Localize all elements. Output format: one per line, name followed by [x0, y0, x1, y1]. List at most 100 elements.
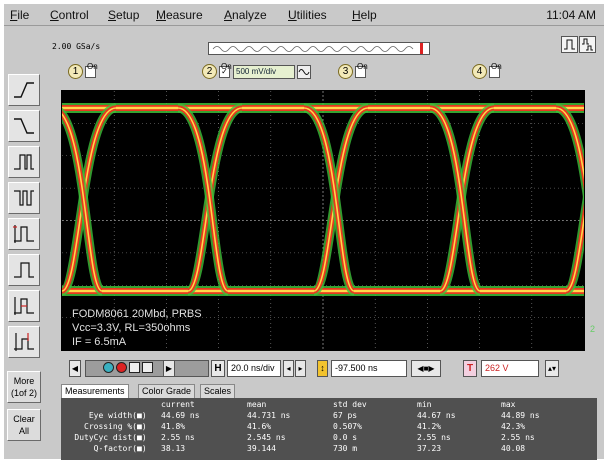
- channel-2-control: 2 On ✓ 500 mV/div: [202, 62, 311, 82]
- table-row[interactable]: Eye width(■) 44.69 ns 44.731 ns 67 ps 44…: [61, 411, 597, 421]
- pulse-negative-icon: [14, 190, 34, 206]
- view-mode-group: [560, 36, 598, 56]
- timebase-down-button[interactable]: ◂: [283, 360, 294, 377]
- tab-measurements[interactable]: Measurements: [61, 384, 129, 398]
- split-view-icon: [582, 38, 593, 51]
- clear-label: Clear: [13, 414, 35, 424]
- single-icon[interactable]: [129, 362, 140, 373]
- rising-edge-icon: [14, 82, 34, 98]
- menu-measure[interactable]: Measure: [156, 8, 203, 22]
- scope-display[interactable]: FODM8061 20Mbd, PRBS Vcc=3.3V, RL=350ohm…: [61, 90, 585, 351]
- row-label: Crossing %(: [84, 422, 137, 431]
- pulse-view-icon: [564, 39, 575, 50]
- rise-time-icon: [13, 225, 34, 243]
- channel-1-checkbox[interactable]: On: [85, 62, 98, 78]
- pulse-negative-button[interactable]: [8, 182, 40, 214]
- menu-file[interactable]: File: [10, 8, 29, 22]
- menu-control[interactable]: Control: [50, 8, 89, 22]
- waveform-annotation: FODM8061 20Mbd, PRBS Vcc=3.3V, RL=350ohm…: [72, 307, 202, 349]
- rail-core: [62, 289, 584, 293]
- duty-cycle-icon: [14, 333, 34, 351]
- width-button[interactable]: [8, 290, 40, 322]
- channel-3-number[interactable]: 3: [338, 64, 353, 79]
- row-label: Q-factor(: [93, 444, 137, 453]
- pulse-positive-button[interactable]: [8, 146, 40, 178]
- measurements-panel: Measurements Color Grade Scales current …: [61, 384, 597, 460]
- clear-sub-label: All: [18, 426, 29, 436]
- horizontal-button[interactable]: H: [211, 360, 225, 377]
- falling-edge-button[interactable]: [8, 110, 40, 142]
- channel-2-scale-field[interactable]: 500 mV/div: [233, 64, 295, 79]
- table-row[interactable]: Crossing %(■) 41.8% 41.6% 0.507% 41.2% 4…: [61, 422, 597, 432]
- delay-field[interactable]: -97.500 ns: [331, 360, 407, 377]
- timebase-controls: ◀ ▶ H 20.0 ns/div ◂ ▸ ↕ -97.500 ns ◀■▶ T…: [61, 358, 604, 380]
- duty-cycle-button[interactable]: [8, 326, 40, 358]
- period-button[interactable]: [8, 254, 40, 286]
- row-label: Eye width(: [88, 411, 137, 420]
- column-std-dev: std dev: [333, 400, 367, 409]
- run-controls: [103, 362, 153, 376]
- single-view-button[interactable]: [561, 36, 578, 53]
- scope-application: File Control Setup Measure Analyze Utili…: [4, 4, 604, 460]
- delay-reference-icon[interactable]: ↕: [317, 360, 328, 377]
- row-label: DutyCyc dist(: [74, 433, 137, 442]
- run-icon[interactable]: [103, 362, 114, 373]
- split-view-button[interactable]: [579, 36, 596, 53]
- column-mean: mean: [247, 400, 267, 409]
- more-button[interactable]: More (1of 2): [7, 371, 41, 403]
- channel-2-level-marker[interactable]: 2: [590, 324, 595, 334]
- trigger-level-field[interactable]: 262 V: [481, 360, 539, 377]
- tab-scales[interactable]: Scales: [200, 384, 236, 398]
- clock: 11:04 AM: [546, 8, 596, 22]
- channel-4-checkbox[interactable]: On: [489, 62, 502, 78]
- delay-stepper[interactable]: ◀■▶: [411, 360, 441, 377]
- sine-icon: [298, 68, 310, 75]
- sample-rate: 2.00 GSa/s: [52, 42, 101, 51]
- left-tool-panel: More (1of 2) Clear All: [4, 28, 44, 459]
- column-min: min: [417, 400, 432, 409]
- period-icon: [14, 262, 34, 278]
- channel-2-checkbox[interactable]: On ✓: [219, 62, 232, 78]
- menu-analyze[interactable]: Analyze: [224, 8, 267, 22]
- channel-1-number[interactable]: 1: [68, 64, 83, 79]
- more-label: More: [13, 376, 35, 386]
- channel-2-waveform-button[interactable]: [297, 64, 311, 79]
- annotation-line-1: FODM8061 20Mbd, PRBS: [72, 308, 202, 320]
- menu-bar: File Control Setup Measure Analyze Utili…: [4, 4, 604, 26]
- pulse-positive-icon: [14, 154, 34, 170]
- clear-all-button[interactable]: Clear All: [7, 409, 41, 441]
- trigger-level-stepper[interactable]: ▴▾: [545, 360, 559, 377]
- rise-time-button[interactable]: [8, 218, 40, 250]
- width-icon: [14, 297, 34, 315]
- channel-3-checkbox[interactable]: On: [355, 62, 368, 78]
- top-toolbar: 2.00 GSa/s 1 On 2 On ✓ 500 mV/div 3 On 4 On: [48, 28, 604, 86]
- waveform-overview-bar[interactable]: [208, 42, 430, 55]
- column-current: current: [161, 400, 195, 409]
- menu-utilities[interactable]: Utilities: [288, 8, 327, 22]
- channel-2-number[interactable]: 2: [202, 64, 217, 79]
- channel-4-control: 4 On: [472, 62, 502, 82]
- scroll-right-arrow-icon[interactable]: ▶: [163, 360, 175, 377]
- menu-help[interactable]: Help: [352, 8, 377, 22]
- print-icon[interactable]: [142, 362, 153, 373]
- rising-edge-button[interactable]: [8, 74, 40, 106]
- menu-setup[interactable]: Setup: [108, 8, 139, 22]
- trigger-button[interactable]: T: [463, 360, 477, 377]
- table-row[interactable]: Q-factor(■) 38.13 39.144 730 m 37.23 40.…: [61, 444, 597, 454]
- table-row[interactable]: DutyCyc dist(■) 2.55 ns 2.545 ns 0.0 s 2…: [61, 433, 597, 443]
- scroll-left-arrow-icon[interactable]: ◀: [69, 360, 81, 377]
- measurements-header-row: current mean std dev min max: [61, 400, 597, 410]
- rail-core: [62, 106, 584, 110]
- more-sub-label: (1of 2): [10, 388, 37, 398]
- column-max: max: [501, 400, 516, 409]
- overview-marker[interactable]: [420, 43, 423, 54]
- overview-wave-icon: [212, 46, 414, 52]
- channel-1-control: 1 On: [68, 62, 98, 82]
- annotation-line-3: IF = 6.5mA: [72, 336, 127, 348]
- timebase-field[interactable]: 20.0 ns/div: [227, 360, 281, 377]
- tab-color-grade[interactable]: Color Grade: [138, 384, 196, 398]
- channel-3-control: 3 On: [338, 62, 368, 82]
- timebase-up-button[interactable]: ▸: [295, 360, 306, 377]
- stop-icon[interactable]: [116, 362, 127, 373]
- channel-4-number[interactable]: 4: [472, 64, 487, 79]
